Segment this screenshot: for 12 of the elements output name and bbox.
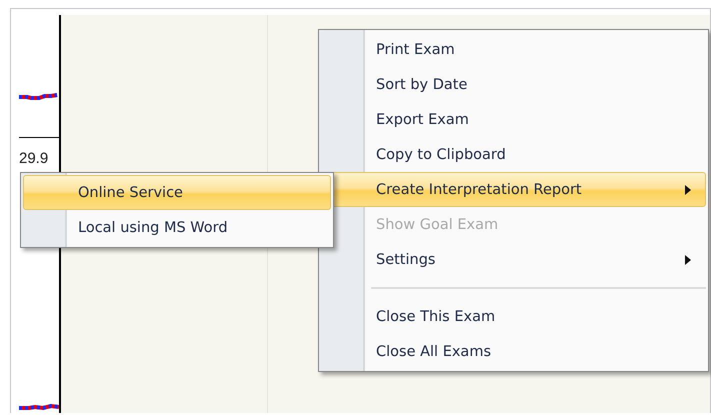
menu-item[interactable]: Online Service [23,175,331,210]
axis-value: 29.9 [19,150,48,167]
plot-trace-drawing [19,93,59,101]
menu-item[interactable]: Close This Exam [321,299,706,334]
menu-item[interactable]: Settings [321,242,706,277]
menu-item[interactable]: Close All Exams [321,334,706,369]
menu-item[interactable]: Print Exam [321,32,706,67]
menu-item[interactable]: Export Exam [321,102,706,137]
menu-item[interactable]: Sort by Date [321,67,706,102]
menu-item[interactable]: Local using MS Word [23,210,331,245]
plot-trace-drawing [19,403,59,411]
menu-item[interactable]: Copy to Clipboard [321,137,706,172]
